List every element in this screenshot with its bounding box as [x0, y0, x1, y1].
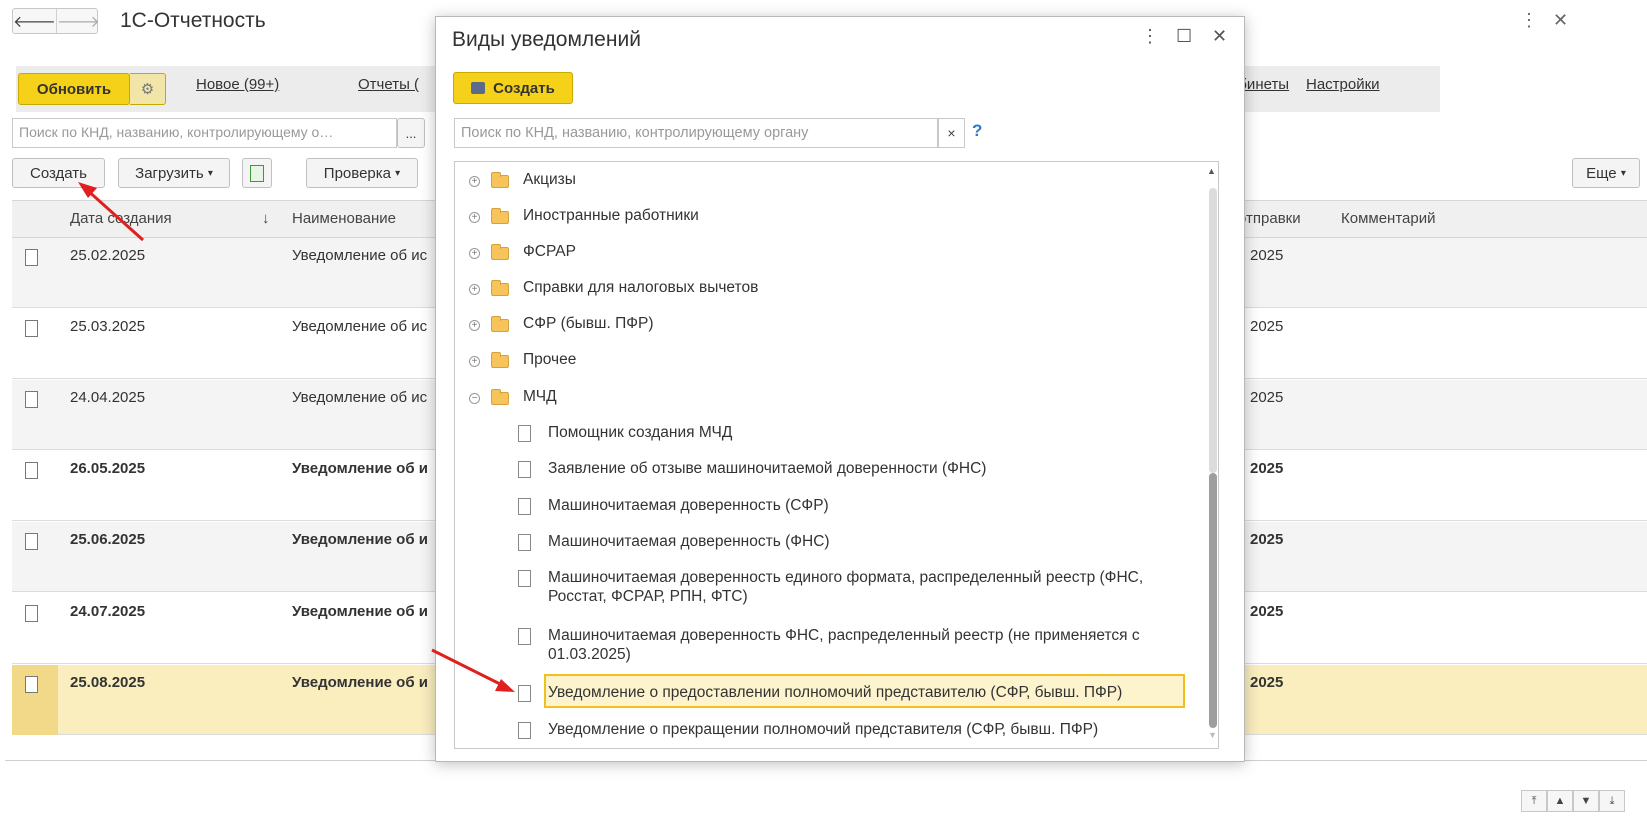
annotation-arrows — [78, 182, 515, 692]
arrow-to-selected-item — [431, 648, 515, 692]
arrow-to-create — [78, 182, 145, 242]
